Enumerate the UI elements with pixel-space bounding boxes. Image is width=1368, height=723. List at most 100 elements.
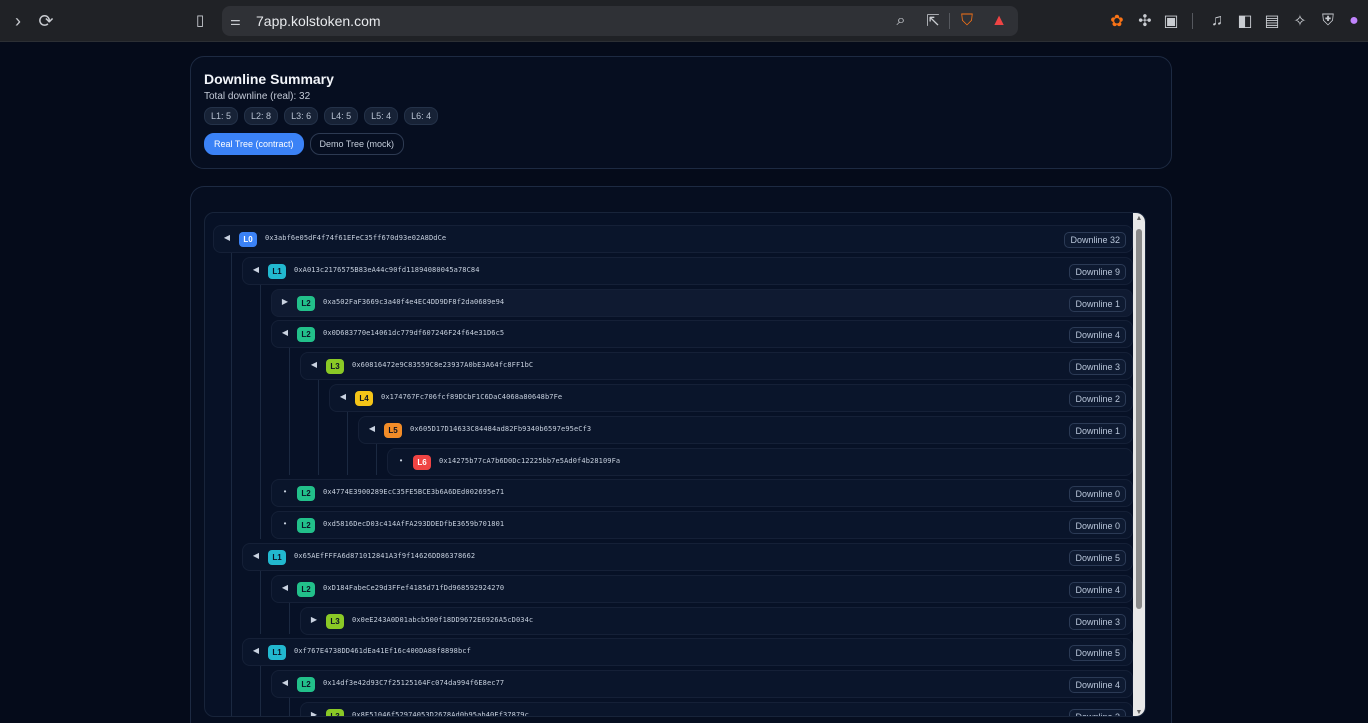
tree-node-row[interactable]: ▶ L3 0x8E51046f52974053D2678Ad0b95ab40Ef37…: [300, 702, 1133, 716]
downline-count-badge: Downline 0: [1069, 486, 1126, 503]
collapse-caret-icon[interactable]: ◀: [251, 265, 261, 274]
level-badge: L2: [297, 581, 315, 597]
tree-viewport[interactable]: ◀ L0 0x3abf6e05dF4f74f61EFeC35ff670d93e02A…: [204, 212, 1146, 717]
tree-guide-line: [289, 411, 290, 444]
wallet-address: 0x65AEfFFFA6d871012841A3f9f14626DD863786…: [294, 552, 476, 560]
level-badge: L1: [268, 550, 286, 565]
collapse-caret-icon[interactable]: ◀: [309, 360, 319, 369]
wallet-address: 0x0eE243A0D01abcb500f18DD9672E6926A5cD03…: [352, 615, 534, 624]
tree-guide-line: [376, 443, 377, 476]
level-chip: L2: 8: [244, 107, 279, 125]
tree-guide-line: [231, 634, 232, 667]
reload-icon[interactable]: ⟳: [36, 11, 56, 31]
screenshot-icon[interactable]: ▣: [1160, 10, 1182, 32]
vpn-icon[interactable]: ⛨: [1317, 10, 1339, 32]
profile-avatar-icon[interactable]: ●: [1343, 10, 1365, 32]
downline-count-badge: Downline 2: [1069, 391, 1126, 407]
tree-guide-line: [289, 380, 290, 412]
tree-node-row[interactable]: ◀ L2 0x14df3e42d93C7f25125164Fc074da994f6E…: [271, 670, 1133, 699]
tree-node-row[interactable]: ◀ L0 0x3abf6e05dF4f74f61EFeC35ff670d93e02A…: [213, 225, 1133, 253]
wallet-address: 0xD184FabeCe29d3FFef4185d71fDd9685929242…: [323, 583, 505, 592]
tree-node-row[interactable]: ▶ L3 0x0eE243A0D01abcb500f18DD9672E6926A5c…: [300, 606, 1133, 635]
tree-node-row[interactable]: ◀ L5 0x605D17D14633C84484ad82Fb9340b6597e9…: [358, 415, 1133, 444]
collapse-caret-icon[interactable]: ◀: [367, 424, 377, 433]
tree-guide-line: [231, 666, 232, 698]
level-chip: L3: 6: [284, 107, 319, 125]
level-chip: L1: 5: [204, 107, 239, 125]
tree-node-row[interactable]: • L6 0x14275b77cA7b6D0Dc12225bb7e5Ad0f4b28…: [387, 447, 1133, 476]
tree-node-row[interactable]: ▶ L2 0xa502FaF3669c3a40f4e4EC4DD9DF8f2da06…: [271, 288, 1133, 317]
brave-shield-icon[interactable]: ⛉: [956, 10, 978, 32]
collapse-caret-icon[interactable]: ◀: [338, 392, 348, 401]
leo-ai-icon[interactable]: ✧: [1289, 10, 1311, 32]
tree-guide-line: [231, 411, 232, 444]
tree-node-row[interactable]: ◀ L4 0x174767Fc706fcf89DCbF1C6DaC4068a8064…: [329, 384, 1133, 412]
wallet-address: 0x14275b77cA7b6D0Dc12225bb7e5Ad0f4b28109…: [439, 456, 621, 465]
level-badge: L3: [326, 709, 344, 716]
collapse-caret-icon[interactable]: ◀: [251, 551, 261, 560]
level-badge: L0: [239, 232, 257, 247]
site-settings-icon[interactable]: ⚌: [230, 12, 248, 30]
tree-guide-line: [231, 507, 232, 539]
level-badge: L3: [326, 359, 344, 375]
downline-count-badge: Downline 5: [1069, 645, 1126, 662]
tree-node-row[interactable]: ◀ L1 0x65AEfFFFA6d871012841A3f9f14626DD863…: [242, 543, 1133, 571]
scroll-down-icon[interactable]: ▼: [1135, 709, 1143, 716]
tree-panel: ◀ L0 0x3abf6e05dF4f74f61EFeC35ff670d93e02A…: [190, 186, 1172, 723]
level-badge: L5: [384, 422, 402, 438]
demo-tree-button[interactable]: Demo Tree (mock): [309, 133, 405, 155]
tree-node-row[interactable]: ◀ L3 0x60816472e9C83559C8e23937A0bE3A64fc8…: [300, 352, 1133, 381]
zoom-icon[interactable]: ⌕: [890, 10, 912, 32]
downline-count-badge: Downline 3: [1069, 359, 1126, 376]
tree-node-row[interactable]: • L2 0xd5816DecD03c414AfFA293DDEDfbE3659b7…: [271, 511, 1133, 540]
scroll-up-icon[interactable]: ▲: [1135, 215, 1143, 222]
tree-guide-line: [260, 348, 261, 380]
share-icon[interactable]: ⇱: [922, 10, 944, 32]
wallet-icon[interactable]: ▤: [1261, 10, 1283, 32]
tree-guide-line: [260, 411, 261, 444]
tree-guide-line: [260, 602, 261, 635]
tree-node-row[interactable]: ◀ L1 0xA013c2176575B83eA44c90fd11894080045…: [242, 256, 1133, 285]
tree-guide-line: [231, 348, 232, 380]
expand-caret-icon[interactable]: ▶: [309, 615, 319, 624]
tree-node-row[interactable]: ◀ L1 0xf767E4738DD461dEa41Ef16c400DA88f889…: [242, 638, 1133, 667]
address-bar[interactable]: ⚌ 7app.kolstoken.com ⌕ ⇱ ⛉ ▲: [222, 6, 1018, 36]
tree-node-row[interactable]: ◀ L2 0x0D683770e14061dc779df607246F24f64e3…: [271, 320, 1133, 349]
wallet-address: 0xA013c2176575B83eA44c90fd11894080045a78…: [294, 265, 480, 274]
level-badge: L2: [297, 677, 315, 693]
downline-count-badge: Downline 4: [1069, 677, 1126, 694]
level-badge: L4: [355, 391, 373, 406]
collapse-caret-icon[interactable]: ◀: [280, 583, 290, 592]
downline-count-badge: Downline 1: [1069, 295, 1126, 312]
sidebar-icon[interactable]: ◧: [1234, 10, 1256, 32]
wallet-address: 0x3abf6e05dF4f74f61EFeC35ff670d93e02A8Dd…: [265, 234, 447, 242]
wallet-address: 0xf767E4738DD461dEa41Ef16c400DA88f8898bc…: [294, 647, 471, 656]
tree-guide-line: [231, 539, 232, 571]
bookmark-icon[interactable]: ▯: [190, 11, 210, 31]
scrollbar-thumb[interactable]: [1136, 229, 1142, 609]
collapse-caret-icon[interactable]: ◀: [251, 646, 261, 655]
downline-count-badge: Downline 4: [1069, 327, 1126, 344]
tree-guide-line: [318, 411, 319, 444]
extension-fox-icon[interactable]: ✿: [1106, 10, 1128, 32]
forward-icon[interactable]: ›: [8, 11, 28, 31]
wallet-address: 0xa502FaF3669c3a40f4e4EC4DD9DF8f2da0689e…: [323, 297, 505, 306]
level-chip: L5: 4: [364, 107, 399, 125]
collapse-caret-icon[interactable]: ◀: [280, 328, 290, 337]
tree-guide-line: [260, 507, 261, 539]
tree-guide-line: [289, 602, 290, 635]
collapse-caret-icon[interactable]: ◀: [222, 233, 232, 242]
expand-caret-icon[interactable]: ▶: [280, 297, 290, 306]
tree-guide-line: [231, 475, 232, 508]
real-tree-button[interactable]: Real Tree (contract): [204, 133, 304, 155]
collapse-caret-icon[interactable]: ◀: [280, 678, 290, 687]
scrollbar[interactable]: ▲ ▼: [1133, 213, 1145, 716]
expand-caret-icon[interactable]: ▶: [309, 710, 319, 716]
tree-guide-line: [347, 443, 348, 476]
tree-node-row[interactable]: • L2 0x4774E3900289EcC35FE5BCE3b6A6DEd0026…: [271, 479, 1133, 508]
tree-node-row[interactable]: ◀ L2 0xD184FabeCe29d3FFef4185d71fDd9685929…: [271, 574, 1133, 603]
media-icon[interactable]: ♫: [1206, 10, 1228, 32]
tree-mode-toggle: Real Tree (contract) Demo Tree (mock): [204, 133, 1158, 155]
rewards-icon[interactable]: ▲: [988, 10, 1010, 32]
extensions-icon[interactable]: ✣: [1134, 10, 1156, 32]
